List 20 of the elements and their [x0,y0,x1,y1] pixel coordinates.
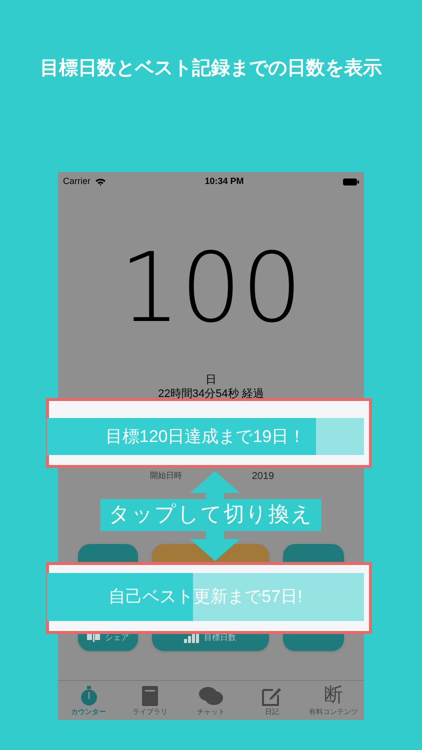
headline: 目標日数とベスト記録までの日数を表示 [40,56,382,81]
start-date-label: 開始日時 [150,470,182,482]
wifi-icon [94,178,106,186]
chat-bubbles-icon [198,686,223,706]
hint-label: タップして切り換え [100,499,322,531]
progress-bar[interactable]: 目標120日達成まで19日！ [47,418,364,455]
carrier-label: Carrier [63,175,91,188]
battery-icon [342,178,359,186]
progress-message: 自己ベスト更新まで57日! [108,586,302,608]
book-icon [142,686,158,706]
clock: 10:34 PM [204,175,244,188]
progress-bar[interactable]: 自己ベスト更新まで57日! [47,573,364,621]
counter-value: 100 [119,232,303,344]
stopwatch-icon [80,686,98,706]
progress-message: 目標120日達成まで19日！ [105,426,306,448]
edit-icon [262,686,282,706]
elapsed-time: 22時間34分54秒 経過 [158,387,264,401]
unit-label: 日 [206,373,216,387]
kanji-icon: 断 [324,685,343,706]
start-date-value: 2019 [252,470,274,484]
